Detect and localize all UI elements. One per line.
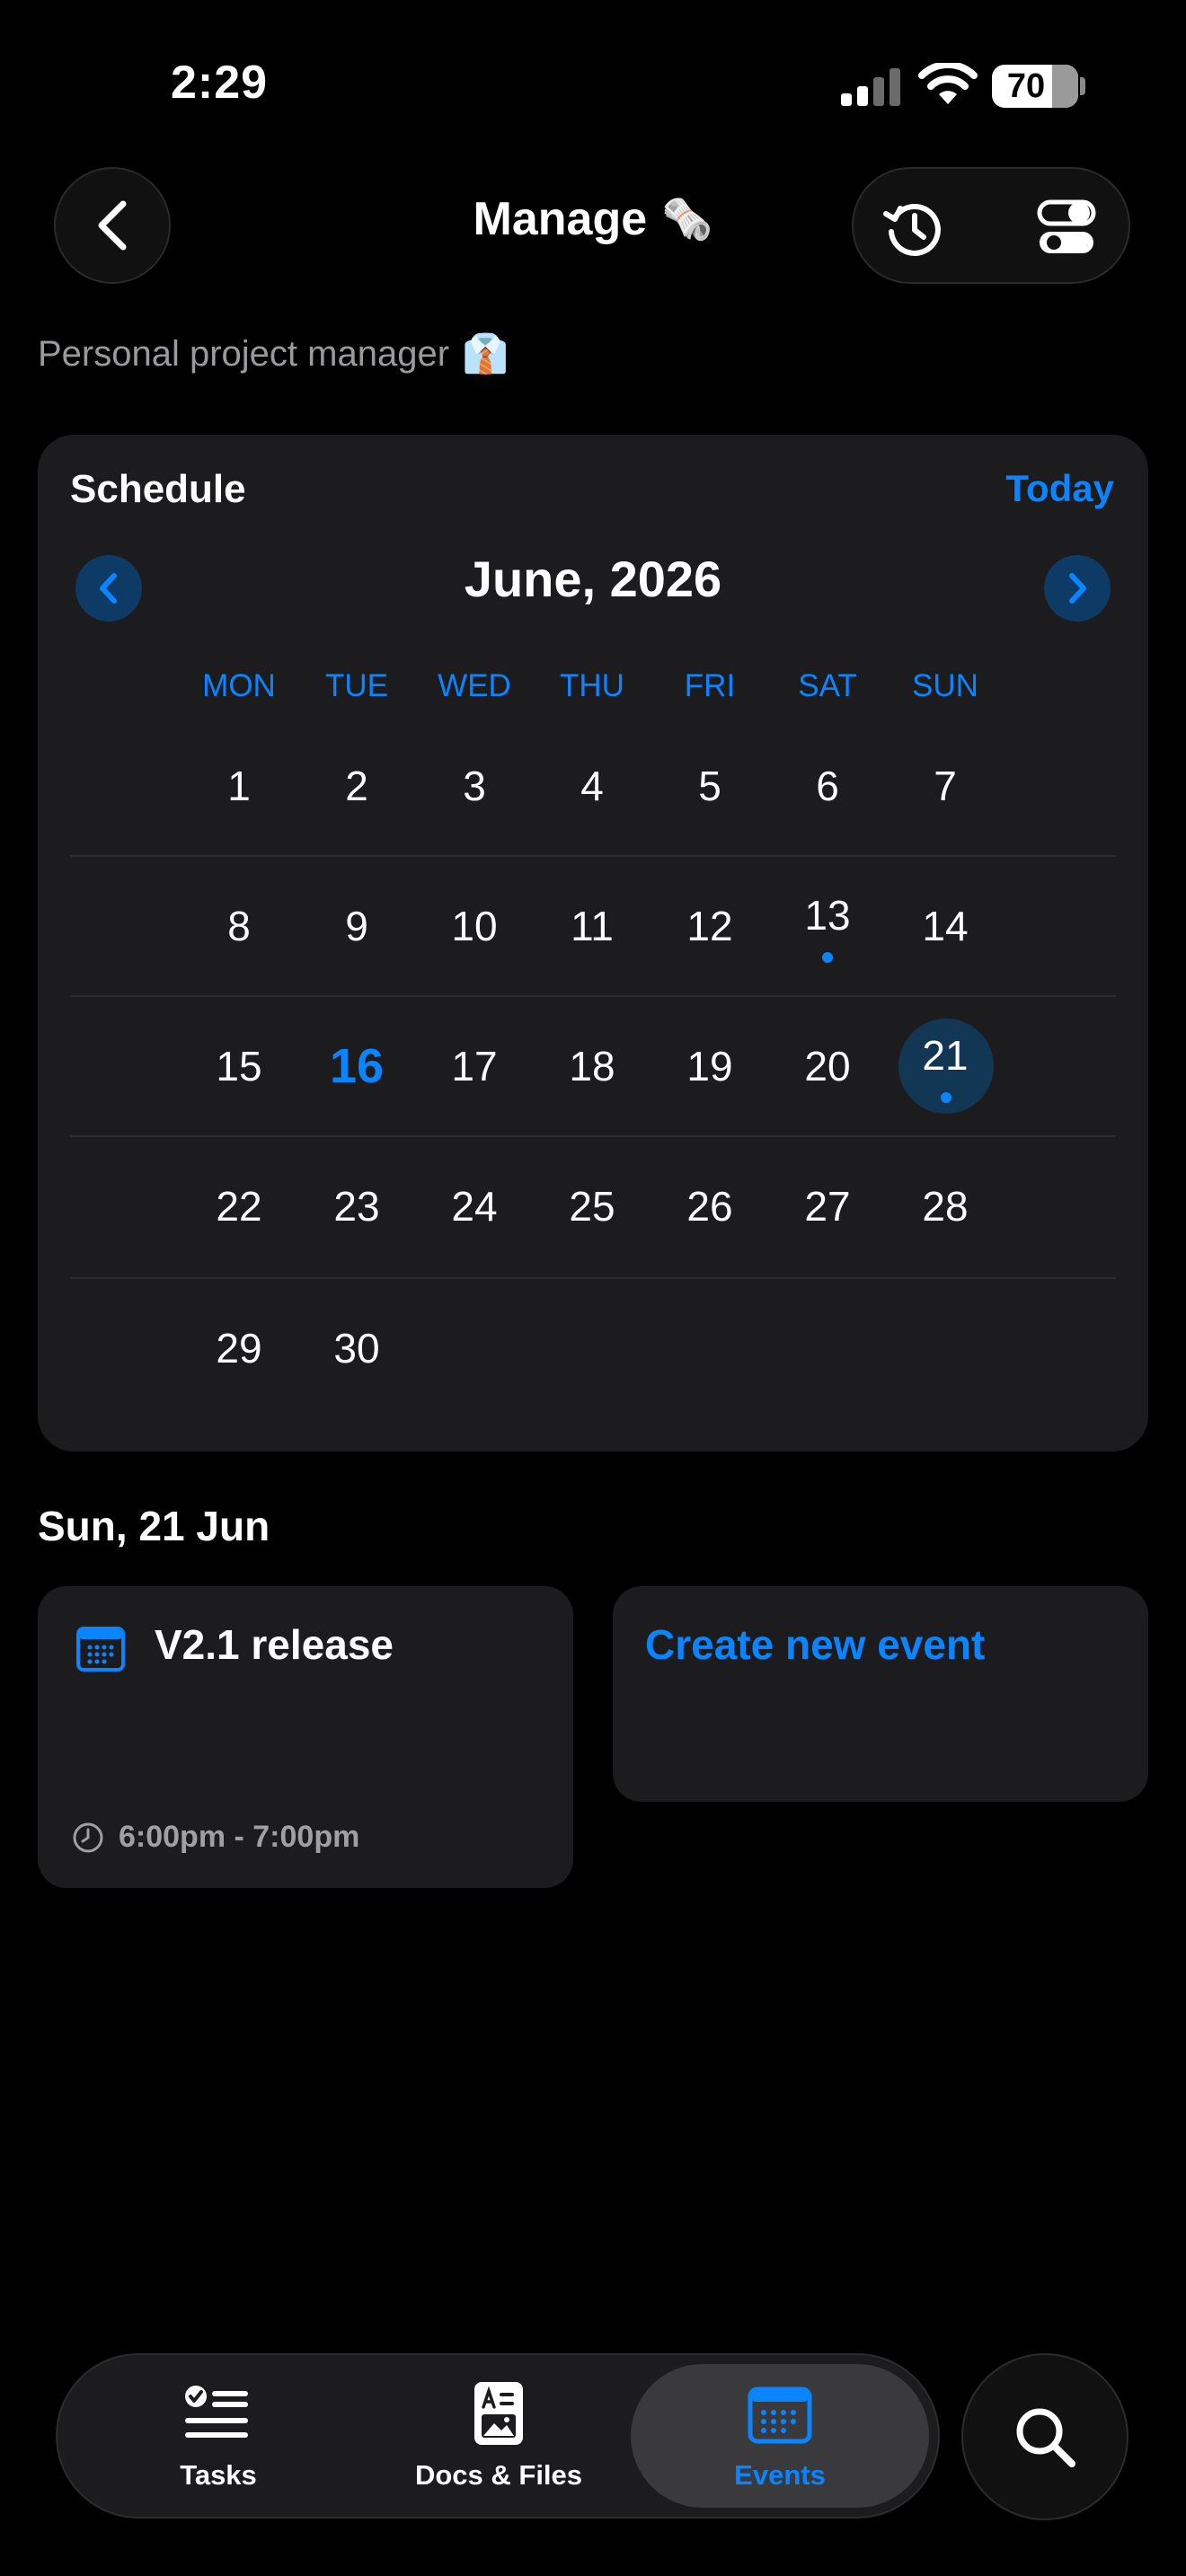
calendar-day[interactable]: 8 — [190, 902, 288, 950]
calendar-day[interactable]: 1 — [190, 762, 288, 810]
wifi-icon — [918, 63, 978, 104]
document-icon — [474, 2382, 523, 2445]
create-event-label: Create new event — [645, 1621, 986, 1668]
tab-events-label: Events — [734, 2459, 826, 2491]
calendar-day[interactable]: 27 — [778, 1182, 877, 1231]
battery-level: 70 — [1006, 67, 1046, 105]
calendar-day[interactable]: 7 — [896, 762, 995, 810]
page-title-text: Manage — [473, 193, 648, 245]
calendar-icon — [76, 1627, 125, 1672]
chevron-right-icon — [1069, 573, 1086, 604]
event-indicator-dot — [822, 952, 833, 963]
calendar-day[interactable]: 15 — [190, 1042, 288, 1090]
calendar-day[interactable]: 13 — [778, 891, 877, 940]
status-time: 2:29 — [171, 57, 269, 109]
calendar-day[interactable]: 22 — [190, 1182, 288, 1231]
calendar-day-selected[interactable]: 21 — [896, 1031, 995, 1080]
weekday-mon: MON — [202, 668, 276, 703]
calendar-day[interactable]: 11 — [543, 902, 642, 950]
calendar-day[interactable]: 5 — [660, 762, 759, 810]
calendar-day[interactable]: 25 — [543, 1182, 642, 1231]
cellular-signal-icon — [841, 68, 900, 106]
newspaper-emoji-icon: 🗞️ — [661, 195, 713, 243]
page-title: Manage 🗞️ — [377, 192, 809, 246]
search-icon — [1016, 2408, 1075, 2467]
calendar-day[interactable]: 4 — [543, 762, 642, 810]
calendar-day-today[interactable]: 16 — [307, 1038, 406, 1094]
weekday-sat: SAT — [798, 668, 857, 703]
calendar-day[interactable]: 24 — [425, 1182, 524, 1231]
calendar-day[interactable]: 14 — [896, 902, 995, 950]
calendar-day[interactable]: 9 — [307, 902, 406, 950]
page-subtitle: Personal project manager 👔 — [38, 332, 509, 376]
toggle-settings-icon[interactable] — [1037, 199, 1096, 257]
today-button[interactable]: Today — [988, 467, 1114, 510]
schedule-label: Schedule — [70, 467, 246, 511]
battery-tip — [1080, 77, 1085, 95]
month-title: June, 2026 — [464, 551, 722, 607]
weekday-thu: THU — [560, 668, 624, 703]
chevron-left-icon — [98, 200, 127, 251]
weekday-sun: SUN — [912, 668, 978, 703]
calendar-day[interactable]: 30 — [307, 1324, 406, 1372]
tab-docs-files-label: Docs & Files — [414, 2459, 583, 2491]
chevron-left-icon — [100, 573, 117, 604]
back-button[interactable] — [54, 167, 171, 284]
week-divider — [70, 1135, 1116, 1137]
calendar-day[interactable]: 10 — [425, 902, 524, 950]
calendar-day[interactable]: 29 — [190, 1324, 288, 1372]
calendar-day[interactable]: 23 — [307, 1182, 406, 1231]
calendar-day[interactable]: 2 — [307, 762, 406, 810]
calendar-icon — [748, 2386, 812, 2444]
week-divider — [70, 995, 1116, 997]
clock-icon — [73, 1822, 103, 1853]
prev-month-button[interactable] — [75, 555, 142, 622]
next-month-button[interactable] — [1044, 555, 1111, 622]
calendar-day[interactable]: 17 — [425, 1042, 524, 1090]
calendar-day[interactable]: 18 — [543, 1042, 642, 1090]
selected-date-heading: Sun, 21 Jun — [38, 1503, 270, 1549]
calendar-day[interactable]: 20 — [778, 1042, 877, 1090]
calendar-day[interactable]: 26 — [660, 1182, 759, 1231]
weekday-fri: FRI — [684, 668, 736, 703]
battery-icon: 70 — [992, 65, 1078, 108]
event-title: V2.1 release — [155, 1621, 394, 1668]
weekday-tue: TUE — [325, 668, 388, 703]
checklist-icon — [185, 2386, 248, 2438]
event-time: 6:00pm - 7:00pm — [119, 1820, 360, 1854]
history-icon[interactable] — [881, 196, 945, 260]
create-event-button[interactable] — [613, 1586, 1148, 1802]
subtitle-text: Personal project manager — [38, 334, 450, 374]
calendar-day[interactable]: 12 — [660, 902, 759, 950]
calendar-day[interactable]: 3 — [425, 762, 524, 810]
search-button[interactable] — [961, 2353, 1128, 2520]
event-indicator-dot — [941, 1092, 951, 1103]
week-divider — [70, 855, 1116, 857]
tab-tasks-label: Tasks — [180, 2459, 257, 2491]
calendar-day[interactable]: 6 — [778, 762, 877, 810]
calendar-day[interactable]: 19 — [660, 1042, 759, 1090]
necktie-emoji-icon: 👔 — [462, 332, 509, 375]
weekday-wed: WED — [438, 668, 511, 703]
calendar-day[interactable]: 28 — [896, 1182, 995, 1231]
week-divider — [70, 1277, 1116, 1279]
